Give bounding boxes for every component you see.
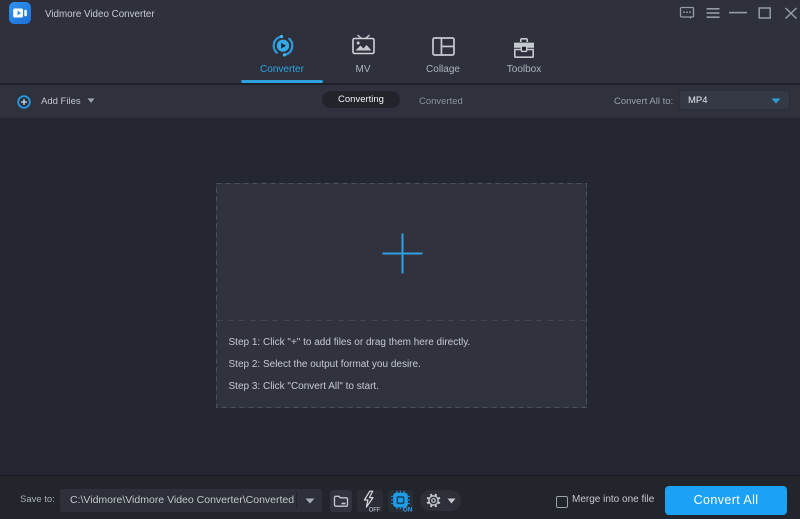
- svg-text:OFF: OFF: [369, 508, 381, 513]
- svg-text:ON: ON: [403, 506, 413, 512]
